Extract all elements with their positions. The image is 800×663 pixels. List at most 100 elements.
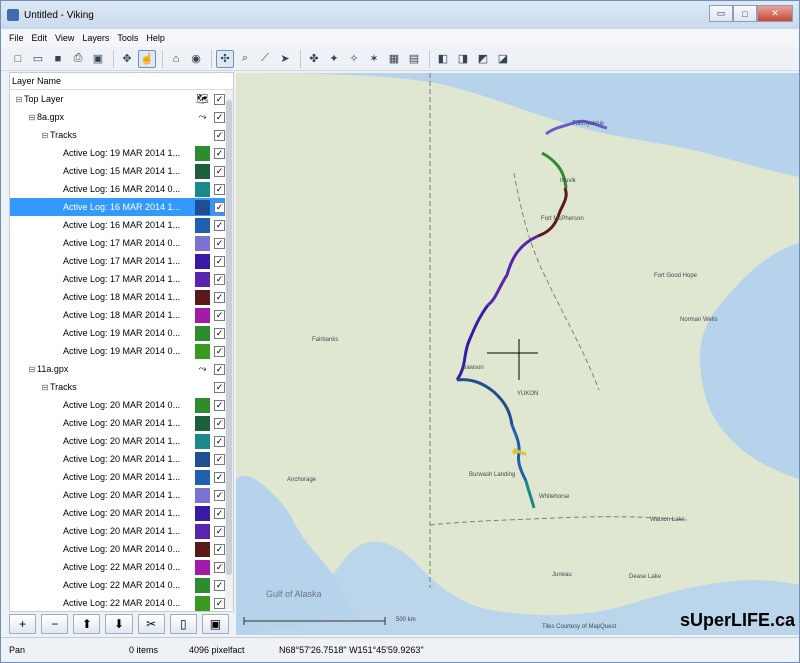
visibility-checkbox[interactable]: ✓ bbox=[214, 507, 225, 519]
add-layer-button[interactable]: + bbox=[9, 614, 37, 634]
visibility-checkbox[interactable]: ✓ bbox=[214, 327, 225, 339]
track-row[interactable]: Active Log: 22 MAR 2014 0... ✓ bbox=[10, 576, 233, 594]
visibility-checkbox[interactable]: ✓ bbox=[214, 543, 225, 555]
layer-row[interactable]: ⊟ 11a.gpx ⤳ ✓ bbox=[10, 360, 233, 378]
track-row[interactable]: Active Log: 19 MAR 2014 0... ✓ bbox=[10, 342, 233, 360]
home-icon[interactable]: ⌂ bbox=[167, 50, 185, 68]
waypoint-icon[interactable]: ✤ bbox=[305, 50, 323, 68]
track-row[interactable]: Active Log: 20 MAR 2014 1... ✓ bbox=[10, 504, 233, 522]
panel-splitter[interactable]: ⋮ bbox=[223, 281, 232, 292]
track-row[interactable]: Active Log: 15 MAR 2014 1... ✓ bbox=[10, 162, 233, 180]
save-icon[interactable]: ■ bbox=[49, 50, 67, 68]
pointer-icon[interactable]: ➤ bbox=[276, 50, 294, 68]
copy-button[interactable]: ▯ bbox=[169, 614, 197, 634]
track-row[interactable]: Active Log: 20 MAR 2014 1... ✓ bbox=[10, 486, 233, 504]
visibility-checkbox[interactable]: ✓ bbox=[214, 93, 225, 105]
visibility-checkbox[interactable]: ✓ bbox=[214, 417, 225, 429]
menu-tools[interactable]: Tools bbox=[117, 33, 138, 43]
track-row[interactable]: Active Log: 20 MAR 2014 1... ✓ bbox=[10, 450, 233, 468]
visibility-checkbox[interactable]: ✓ bbox=[214, 345, 225, 357]
layer-scrollbar[interactable] bbox=[225, 90, 233, 609]
visibility-checkbox[interactable]: ✓ bbox=[214, 381, 225, 393]
visibility-checkbox[interactable]: ✓ bbox=[214, 453, 225, 465]
visibility-checkbox[interactable]: ✓ bbox=[214, 489, 225, 501]
exit-icon[interactable]: ▣ bbox=[89, 50, 107, 68]
track-row[interactable]: Active Log: 18 MAR 2014 1... ✓ bbox=[10, 306, 233, 324]
layer-icon-2[interactable]: ◨ bbox=[454, 50, 472, 68]
track-row[interactable]: Active Log: 20 MAR 2014 0... ✓ bbox=[10, 396, 233, 414]
ruler-icon[interactable]: ⟋ bbox=[256, 50, 274, 68]
expander-icon[interactable]: ⊟ bbox=[27, 365, 37, 374]
move-down-button[interactable]: ⬇ bbox=[105, 614, 133, 634]
track-row[interactable]: Active Log: 16 MAR 2014 1... ✓ bbox=[10, 198, 233, 216]
track-row[interactable]: Active Log: 22 MAR 2014 0... ✓ bbox=[10, 594, 233, 611]
visibility-checkbox[interactable]: ✓ bbox=[214, 435, 225, 447]
image-icon[interactable]: ▦ bbox=[385, 50, 403, 68]
track-row[interactable]: Active Log: 20 MAR 2014 1... ✓ bbox=[10, 414, 233, 432]
track-icon[interactable]: ✦ bbox=[325, 50, 343, 68]
visibility-checkbox[interactable]: ✓ bbox=[214, 219, 225, 231]
track-row[interactable]: Active Log: 17 MAR 2014 1... ✓ bbox=[10, 270, 233, 288]
menu-file[interactable]: File bbox=[9, 33, 24, 43]
expander-icon[interactable]: ⊟ bbox=[27, 113, 37, 122]
track-row[interactable]: Active Log: 19 MAR 2014 1... ✓ bbox=[10, 144, 233, 162]
move-up-button[interactable]: ⬆ bbox=[73, 614, 101, 634]
visibility-checkbox[interactable]: ✓ bbox=[214, 399, 225, 411]
track-row[interactable]: Active Log: 18 MAR 2014 1... ✓ bbox=[10, 288, 233, 306]
zoom-icon[interactable]: ⌕ bbox=[236, 50, 254, 68]
menu-view[interactable]: View bbox=[55, 33, 74, 43]
track-row[interactable]: Active Log: 17 MAR 2014 0... ✓ bbox=[10, 234, 233, 252]
visibility-checkbox[interactable]: ✓ bbox=[214, 111, 225, 123]
visibility-checkbox[interactable]: ✓ bbox=[214, 561, 225, 573]
print-icon[interactable]: ⎙ bbox=[69, 50, 87, 68]
visibility-checkbox[interactable]: ✓ bbox=[214, 291, 225, 303]
scroll-thumb[interactable] bbox=[226, 100, 232, 575]
track-row[interactable]: Active Log: 20 MAR 2014 1... ✓ bbox=[10, 522, 233, 540]
expander-icon[interactable]: ⊟ bbox=[14, 95, 24, 104]
visibility-checkbox[interactable]: ✓ bbox=[214, 363, 225, 375]
node-icon[interactable]: ✶ bbox=[365, 50, 383, 68]
visibility-checkbox[interactable]: ✓ bbox=[214, 471, 225, 483]
pan-icon[interactable]: ✥ bbox=[118, 50, 136, 68]
remove-layer-button[interactable]: − bbox=[41, 614, 69, 634]
track-row[interactable]: Active Log: 16 MAR 2014 1... ✓ bbox=[10, 216, 233, 234]
visibility-checkbox[interactable]: ✓ bbox=[214, 183, 225, 195]
track-row[interactable]: Active Log: 20 MAR 2014 1... ✓ bbox=[10, 468, 233, 486]
select-icon[interactable]: ☝ bbox=[138, 49, 156, 68]
route-icon[interactable]: ✧ bbox=[345, 50, 363, 68]
menu-edit[interactable]: Edit bbox=[32, 33, 48, 43]
visibility-checkbox[interactable]: ✓ bbox=[214, 147, 225, 159]
visibility-checkbox[interactable]: ✓ bbox=[214, 129, 225, 141]
track-row[interactable]: Active Log: 22 MAR 2014 0... ✓ bbox=[10, 558, 233, 576]
track-row[interactable]: Active Log: 20 MAR 2014 0... ✓ bbox=[10, 540, 233, 558]
visibility-checkbox[interactable]: ✓ bbox=[214, 525, 225, 537]
visibility-checkbox[interactable]: ✓ bbox=[214, 579, 225, 591]
georef-icon[interactable]: ▤ bbox=[405, 50, 423, 68]
layer-icon[interactable]: ◧ bbox=[434, 50, 452, 68]
map-view[interactable]: Tuktoyaktuk Inuvik Fort McPherson Fort G… bbox=[236, 73, 799, 635]
expander-icon[interactable]: ⊟ bbox=[40, 131, 50, 140]
expander-icon[interactable]: ⊟ bbox=[40, 383, 50, 392]
visibility-checkbox[interactable]: ✓ bbox=[214, 237, 225, 249]
new-icon[interactable]: □ bbox=[9, 50, 27, 68]
track-row[interactable]: Active Log: 16 MAR 2014 0... ✓ bbox=[10, 180, 233, 198]
cut-button[interactable]: ✂ bbox=[137, 614, 165, 634]
paste-button[interactable]: ▣ bbox=[201, 614, 229, 634]
visibility-checkbox[interactable]: ✓ bbox=[214, 255, 225, 267]
maximize-button[interactable]: □ bbox=[733, 5, 757, 22]
minimize-button[interactable]: ▭ bbox=[709, 5, 733, 22]
visibility-checkbox[interactable]: ✓ bbox=[214, 597, 225, 609]
layer-row[interactable]: ⊟ Tracks ✓ bbox=[10, 126, 233, 144]
layer-row[interactable]: ⊟ Top Layer 🗺 ✓ bbox=[10, 90, 233, 108]
menu-help[interactable]: Help bbox=[146, 33, 165, 43]
open-icon[interactable]: ▭ bbox=[29, 50, 47, 68]
globe-icon[interactable]: ◉ bbox=[187, 50, 205, 68]
visibility-checkbox[interactable]: ✓ bbox=[214, 165, 225, 177]
layer-icon-4[interactable]: ◪ bbox=[494, 50, 512, 68]
move-icon[interactable]: ✣ bbox=[216, 49, 234, 68]
layer-row[interactable]: ⊟ Tracks ✓ bbox=[10, 378, 233, 396]
track-row[interactable]: Active Log: 19 MAR 2014 0... ✓ bbox=[10, 324, 233, 342]
layer-icon-3[interactable]: ◩ bbox=[474, 50, 492, 68]
visibility-checkbox[interactable]: ✓ bbox=[214, 201, 225, 213]
layer-row[interactable]: ⊟ 8a.gpx ⤳ ✓ bbox=[10, 108, 233, 126]
